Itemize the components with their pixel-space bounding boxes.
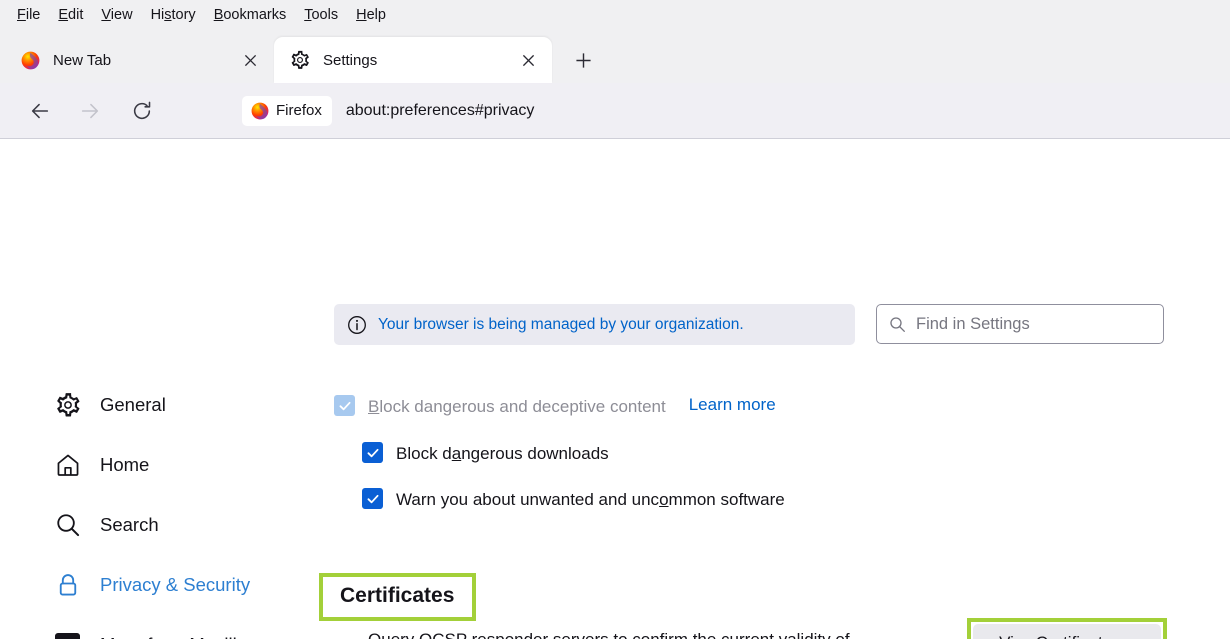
firefox-logo-icon — [20, 50, 40, 70]
url-chip-label: Firefox — [276, 102, 322, 119]
label-pre: Block d — [396, 444, 452, 463]
reload-icon[interactable] — [122, 93, 162, 129]
settings-main-content: Block dangerous and deceptive content Le… — [0, 139, 1230, 639]
firefox-logo-icon — [251, 102, 269, 120]
back-arrow-icon[interactable] — [20, 93, 60, 129]
tab-title: New Tab — [53, 51, 112, 69]
tab-settings[interactable]: Settings — [274, 37, 552, 83]
checkbox-row-warn-unwanted-software: Warn you about unwanted and uncommon sof… — [362, 488, 785, 513]
settings-page: Your browser is being managed by your or… — [0, 139, 1230, 639]
menu-item-help[interactable]: Help — [347, 5, 395, 25]
url-bar[interactable]: Firefox about:preferences#privacy — [242, 93, 1200, 129]
gear-icon — [290, 50, 310, 70]
label-rest: ertificates... — [1048, 633, 1135, 639]
menu-item-edit[interactable]: Edit — [49, 5, 92, 25]
ocsp-label: Query OCSP responder servers to confirm … — [368, 628, 850, 639]
tab-strip: New Tab Settings — [0, 29, 1230, 83]
checkbox-row-ocsp: Query OCSP responder servers to confirm … — [334, 628, 904, 639]
menu-item-file[interactable]: File — [8, 5, 49, 25]
certificates-heading: Certificates — [340, 584, 455, 607]
menu-item-view[interactable]: View — [92, 5, 141, 25]
checkbox-row-block-dangerous-downloads: Block dangerous downloads — [362, 442, 609, 467]
tab-new-tab[interactable]: New Tab — [4, 37, 274, 83]
checkbox-row-block-deceptive-content: Block dangerous and deceptive content Le… — [334, 395, 776, 420]
menu-item-history[interactable]: History — [142, 5, 205, 25]
access-key: Q — [368, 630, 381, 639]
url-text[interactable]: about:preferences#privacy — [346, 102, 535, 120]
learn-more-link[interactable]: Learn more — [689, 395, 776, 415]
label-rest: mmon software — [668, 490, 785, 509]
access-key: o — [659, 490, 669, 509]
tab-title: Settings — [323, 51, 378, 69]
block-dangerous-downloads-label: Block dangerous downloads — [396, 442, 609, 467]
access-key: B — [368, 397, 380, 416]
label-rest: uery OCSP responder servers to confirm t… — [381, 630, 849, 639]
certificates-heading-highlight: Certificates — [319, 573, 477, 621]
access-key: C — [1036, 633, 1048, 639]
menu-item-bookmarks[interactable]: Bookmarks — [205, 5, 296, 25]
access-key: a — [451, 444, 462, 463]
block-dangerous-downloads-checkbox[interactable] — [362, 442, 383, 463]
block-deceptive-content-label: Block dangerous and deceptive content — [368, 395, 666, 420]
label-rest: lock dangerous and deceptive content — [379, 397, 666, 416]
close-icon[interactable] — [516, 48, 540, 72]
url-identity-chip[interactable]: Firefox — [242, 95, 332, 126]
new-tab-button[interactable] — [566, 43, 600, 77]
view-certificates-button[interactable]: View Certificates... — [973, 624, 1161, 639]
close-icon[interactable] — [238, 48, 262, 72]
label-pre: Warn you about unwanted and unc — [396, 490, 660, 509]
label-pre: View — [999, 633, 1036, 639]
menu-bar: File Edit View History Bookmarks Tools H… — [0, 0, 1230, 29]
navigation-toolbar: Firefox about:preferences#privacy — [0, 83, 1230, 139]
label-rest: ngerous downloads — [461, 444, 609, 463]
forward-arrow-icon — [70, 93, 110, 129]
warn-unwanted-software-label: Warn you about unwanted and uncommon sof… — [396, 488, 785, 513]
block-deceptive-content-checkbox[interactable] — [334, 395, 355, 416]
warn-unwanted-software-checkbox[interactable] — [362, 488, 383, 509]
menu-item-tools[interactable]: Tools — [295, 5, 347, 25]
